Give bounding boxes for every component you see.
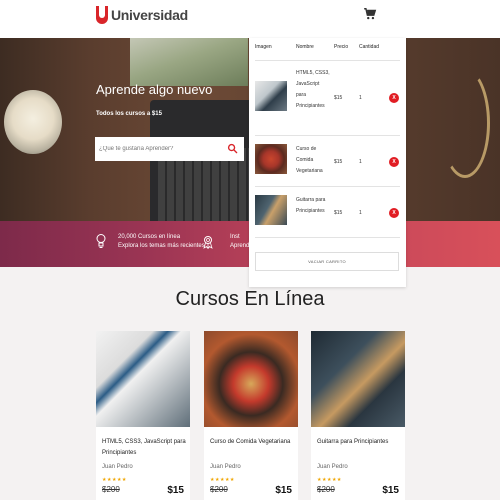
cart-item-qty: 1	[359, 95, 362, 101]
info-item-instructors: Inst Aprend	[230, 234, 249, 249]
divider	[255, 60, 400, 61]
course-title: Guitarra para Principiantes	[317, 439, 389, 445]
cart-item-price: $15	[334, 159, 343, 165]
cart-item-qty: 1	[359, 210, 362, 216]
cart-col-price: Precio	[334, 44, 349, 50]
hero-photo-candle	[4, 90, 62, 154]
remove-item-button[interactable]: X	[389, 93, 399, 103]
courses-section-title: Cursos En Línea	[175, 288, 325, 310]
hero-photo-rope	[440, 68, 490, 178]
award-icon	[203, 236, 213, 249]
site-header: Universidad	[0, 0, 500, 38]
course-title: HTML5, CSS3, JavaScript para Principiant…	[102, 439, 186, 456]
search-input[interactable]	[95, 137, 225, 161]
logo[interactable]: Universidad	[96, 6, 188, 24]
cart-item-price: $15	[334, 210, 343, 216]
cart-dropdown: Imagen Nombre Precio Cantidad HTML5, CSS…	[249, 38, 406, 287]
logo-mark-icon	[96, 6, 108, 24]
course-price: $15	[275, 485, 292, 496]
search-box	[95, 137, 244, 161]
cart-col-name: Nombre	[296, 44, 314, 50]
course-title: Curso de Comida Vegetariana	[210, 439, 291, 445]
hero-title: Aprende algo nuevo	[96, 82, 213, 97]
course-rating: ★★★★★	[317, 477, 342, 483]
cart-item-name: Guitarra para Principiantes	[296, 197, 326, 214]
hero-photo-plant	[130, 38, 248, 86]
info-line: 20,000 Cursos en línea	[118, 234, 181, 240]
course-old-price: $200	[317, 485, 335, 494]
info-line: Explora los temas más recientes	[118, 243, 205, 249]
bulb-icon	[96, 234, 106, 248]
empty-cart-button[interactable]: VACIAR CARRITO	[255, 252, 399, 271]
divider	[255, 135, 400, 136]
course-rating: ★★★★★	[102, 477, 127, 483]
cart-col-qty: Cantidad	[359, 44, 380, 50]
cart-item-image	[255, 81, 287, 111]
cart-item-price: $15	[334, 95, 343, 101]
course-old-price: $200	[102, 485, 120, 494]
course-rating: ★★★★★	[210, 477, 235, 483]
course-author: Juan Pedro	[317, 464, 348, 470]
course-image	[204, 331, 298, 427]
course-price: $15	[167, 485, 184, 496]
course-author: Juan Pedro	[102, 464, 133, 470]
cart-col-image: Imagen	[255, 44, 272, 50]
divider	[255, 186, 400, 187]
cart-item-qty: 1	[359, 159, 362, 165]
course-card[interactable]: HTML5, CSS3, JavaScript para Principiant…	[96, 331, 190, 500]
hero-subtitle: Todos los cursos a $15	[96, 111, 162, 117]
divider	[255, 237, 400, 238]
course-image	[311, 331, 405, 427]
cart-item-name: Curso de Comida Vegetariana	[296, 146, 323, 174]
cart-item-name: HTML5, CSS3, JavaScript para Principiant…	[296, 70, 330, 109]
remove-item-button[interactable]: X	[389, 157, 399, 167]
course-card[interactable]: Curso de Comida Vegetariana Juan Pedro ★…	[204, 331, 298, 500]
cart-item-image	[255, 195, 287, 225]
search-icon[interactable]	[227, 143, 238, 154]
info-line: Inst	[230, 234, 240, 240]
course-price: $15	[382, 485, 399, 496]
remove-item-button[interactable]: X	[389, 208, 399, 218]
cart-item-image	[255, 144, 287, 174]
course-old-price: $200	[210, 485, 228, 494]
cart-icon[interactable]	[363, 7, 377, 21]
info-line: Aprend	[230, 243, 250, 249]
course-card[interactable]: Guitarra para Principiantes Juan Pedro ★…	[311, 331, 405, 500]
course-image	[96, 331, 190, 427]
course-author: Juan Pedro	[210, 464, 241, 470]
logo-text: Universidad	[111, 7, 188, 23]
info-item-courses: 20,000 Cursos en línea Explora los temas…	[118, 234, 205, 249]
